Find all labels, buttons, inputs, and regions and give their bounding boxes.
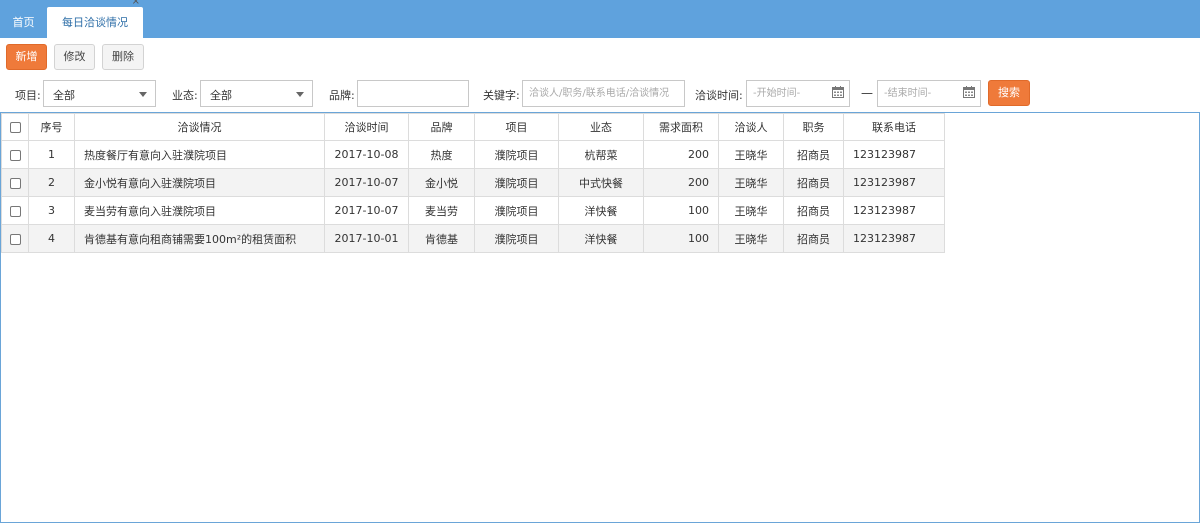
cell-project: 濮院项目 <box>474 224 559 253</box>
cell-phone: 123123987 <box>843 140 945 169</box>
tab-home-label: 首页 <box>12 16 35 29</box>
cell-description: 热度餐厅有意向入驻濮院项目 <box>74 140 325 169</box>
column-header[interactable]: 职务 <box>783 113 844 141</box>
cell-description: 肯德基有意向租商铺需要100m²的租赁面积 <box>74 224 325 253</box>
select-all-cell[interactable] <box>1 113 29 141</box>
cell-date: 2017-10-01 <box>324 224 409 253</box>
cell-title: 招商员 <box>783 140 844 169</box>
tab-bar: 首页 每日洽谈情况 × <box>0 0 1200 38</box>
cell-title: 招商员 <box>783 224 844 253</box>
row-checkbox[interactable] <box>9 205 21 217</box>
row-select-cell[interactable] <box>1 168 29 197</box>
cell-format: 杭帮菜 <box>558 140 644 169</box>
brand-input[interactable] <box>357 80 469 107</box>
cell-brand: 热度 <box>408 140 475 169</box>
cell-area: 200 <box>643 140 719 169</box>
start-date-field[interactable] <box>746 80 850 107</box>
select-all-checkbox[interactable] <box>9 122 21 133</box>
table-row[interactable]: 4 肯德基有意向租商铺需要100m²的租赁面积 2017-10-01 肯德基 濮… <box>1 224 945 253</box>
cell-no: 4 <box>28 224 75 253</box>
cell-project: 濮院项目 <box>474 168 559 197</box>
calendar-icon[interactable] <box>832 86 844 98</box>
table-row[interactable]: 3 麦当劳有意向入驻濮院项目 2017-10-07 麦当劳 濮院项目 洋快餐 1… <box>1 196 945 225</box>
row-checkbox[interactable] <box>9 177 21 189</box>
cell-date: 2017-10-07 <box>324 196 409 225</box>
cell-person: 王晓华 <box>718 168 784 197</box>
data-table: 序号 洽谈情况 洽谈时间 品牌 项目 业态 需求面积 洽谈人 职务 联系电话 1… <box>1 113 945 253</box>
cell-description: 麦当劳有意向入驻濮院项目 <box>74 196 325 225</box>
data-grid: 序号 洽谈情况 洽谈时间 品牌 项目 业态 需求面积 洽谈人 职务 联系电话 1… <box>0 112 1200 523</box>
end-date-field[interactable] <box>877 80 981 107</box>
cell-phone: 123123987 <box>843 168 945 197</box>
search-button[interactable]: 搜索 <box>988 80 1030 106</box>
cell-project: 濮院项目 <box>474 140 559 169</box>
close-icon[interactable]: × <box>132 0 140 8</box>
tab-active-label: 每日洽谈情况 <box>62 16 128 29</box>
table-row[interactable]: 2 金小悦有意向入驻濮院项目 2017-10-07 金小悦 濮院项目 中式快餐 … <box>1 168 945 197</box>
cell-no: 1 <box>28 140 75 169</box>
table-row[interactable]: 1 热度餐厅有意向入驻濮院项目 2017-10-08 热度 濮院项目 杭帮菜 2… <box>1 140 945 169</box>
row-select-cell[interactable] <box>1 224 29 253</box>
column-header[interactable]: 联系电话 <box>843 113 945 141</box>
tab-home[interactable]: 首页 <box>0 7 47 38</box>
column-header[interactable]: 需求面积 <box>643 113 719 141</box>
format-select-value: 全部 <box>210 89 232 102</box>
brand-label: 品牌: <box>329 89 355 102</box>
add-button[interactable]: 新增 <box>6 44 47 70</box>
cell-phone: 123123987 <box>843 196 945 225</box>
cell-no: 3 <box>28 196 75 225</box>
cell-person: 王晓华 <box>718 140 784 169</box>
delete-button[interactable]: 删除 <box>102 44 144 70</box>
date-range-dash: — <box>861 86 873 100</box>
format-select[interactable]: 全部 <box>200 80 313 107</box>
column-header[interactable]: 洽谈情况 <box>74 113 325 141</box>
time-label: 洽谈时间: <box>695 89 743 102</box>
caret-down-icon <box>296 92 304 97</box>
table-header-row: 序号 洽谈情况 洽谈时间 品牌 项目 业态 需求面积 洽谈人 职务 联系电话 <box>1 113 945 141</box>
cell-area: 100 <box>643 196 719 225</box>
keyword-input[interactable] <box>522 80 685 107</box>
cell-brand: 金小悦 <box>408 168 475 197</box>
cell-format: 洋快餐 <box>558 196 644 225</box>
cell-format: 洋快餐 <box>558 224 644 253</box>
cell-date: 2017-10-08 <box>324 140 409 169</box>
cell-phone: 123123987 <box>843 224 945 253</box>
project-label: 项目: <box>15 89 41 102</box>
project-select[interactable]: 全部 <box>43 80 156 107</box>
cell-person: 王晓华 <box>718 196 784 225</box>
cell-area: 200 <box>643 168 719 197</box>
cell-date: 2017-10-07 <box>324 168 409 197</box>
cell-project: 濮院项目 <box>474 196 559 225</box>
row-select-cell[interactable] <box>1 196 29 225</box>
format-label: 业态: <box>172 89 198 102</box>
caret-down-icon <box>139 92 147 97</box>
row-checkbox[interactable] <box>9 149 21 161</box>
calendar-icon[interactable] <box>963 86 975 98</box>
keyword-label: 关键字: <box>483 89 520 102</box>
cell-person: 王晓华 <box>718 224 784 253</box>
cell-description: 金小悦有意向入驻濮院项目 <box>74 168 325 197</box>
column-header[interactable]: 业态 <box>558 113 644 141</box>
tab-daily-negotiation[interactable]: 每日洽谈情况 × <box>47 0 143 38</box>
column-header[interactable]: 序号 <box>28 113 75 141</box>
column-header[interactable]: 洽谈时间 <box>324 113 409 141</box>
project-select-value: 全部 <box>53 89 75 102</box>
cell-title: 招商员 <box>783 196 844 225</box>
cell-brand: 肯德基 <box>408 224 475 253</box>
row-select-cell[interactable] <box>1 140 29 169</box>
cell-title: 招商员 <box>783 168 844 197</box>
cell-area: 100 <box>643 224 719 253</box>
cell-format: 中式快餐 <box>558 168 644 197</box>
column-header[interactable]: 品牌 <box>408 113 475 141</box>
row-checkbox[interactable] <box>9 233 21 245</box>
cell-no: 2 <box>28 168 75 197</box>
column-header[interactable]: 项目 <box>474 113 559 141</box>
column-header[interactable]: 洽谈人 <box>718 113 784 141</box>
cell-brand: 麦当劳 <box>408 196 475 225</box>
edit-button[interactable]: 修改 <box>54 44 95 70</box>
